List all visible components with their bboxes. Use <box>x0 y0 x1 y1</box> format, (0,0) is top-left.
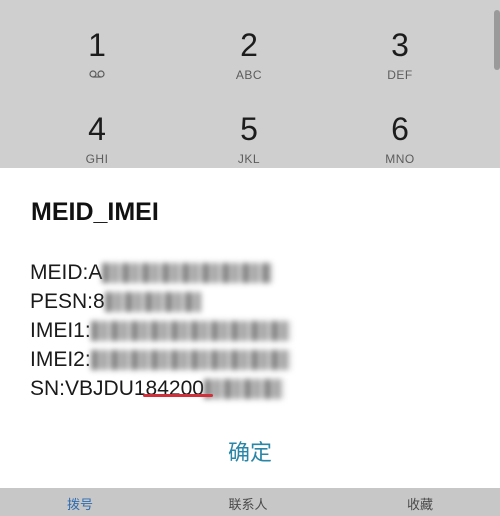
key-digit: 2 <box>240 27 258 63</box>
redacted-pesn <box>104 292 201 313</box>
key-4[interactable]: 4 GHI <box>37 112 157 166</box>
redacted-imei1 <box>90 321 291 342</box>
redacted-imei2 <box>90 350 291 371</box>
sn-highlight-underline <box>143 394 213 397</box>
key-digit: 5 <box>240 111 258 147</box>
tab-dial[interactable]: 拨号 <box>40 494 120 513</box>
meid-value: A <box>88 261 103 284</box>
voicemail-icon <box>89 70 105 78</box>
meid-line: MEID:A <box>30 258 291 287</box>
tab-contacts[interactable]: 联系人 <box>208 494 288 513</box>
redacted-sn <box>203 379 284 400</box>
key-digit: 1 <box>88 27 106 63</box>
bottom-tab-bar: 拨号 联系人 收藏 <box>0 488 500 516</box>
redacted-meid <box>102 263 273 284</box>
device-info-list: MEID:A PESN:8 IMEI1: IMEI2: SN:VBJDU1842… <box>30 258 291 403</box>
key-letters: MNO <box>385 152 415 166</box>
key-2[interactable]: 2 ABC <box>189 28 309 82</box>
sn-line: SN:VBJDU184200 <box>30 374 291 403</box>
key-digit: 6 <box>391 111 409 147</box>
imei2-label: IMEI2: <box>30 348 91 371</box>
key-1[interactable]: 1 <box>37 28 157 78</box>
pesn-line: PESN:8 <box>30 287 291 316</box>
dial-keypad: 1 2 ABC 3 DEF 4 GHI 5 JKL 6 MNO <box>0 0 500 168</box>
key-digit: 3 <box>391 27 409 63</box>
imei1-line: IMEI1: <box>30 316 291 345</box>
key-6[interactable]: 6 MNO <box>340 112 460 166</box>
meid-label: MEID: <box>30 261 89 284</box>
key-5[interactable]: 5 JKL <box>189 112 309 166</box>
ok-button[interactable]: 确定 <box>200 436 300 470</box>
key-letters: JKL <box>237 152 261 166</box>
tab-favorites[interactable]: 收藏 <box>380 494 460 513</box>
key-letters: GHI <box>85 152 109 166</box>
key-3[interactable]: 3 DEF <box>340 28 460 82</box>
key-letters: DEF <box>387 68 413 82</box>
key-letters: ABC <box>235 68 263 82</box>
meid-imei-dialog: MEID_IMEI MEID:A PESN:8 IMEI1: IMEI2: SN… <box>0 168 500 488</box>
sn-label: SN: <box>30 377 66 400</box>
pesn-value: 8 <box>93 290 105 313</box>
scrollbar[interactable] <box>494 10 500 70</box>
key-digit: 4 <box>88 111 106 147</box>
pesn-label: PESN: <box>30 290 94 313</box>
dialog-title: MEID_IMEI <box>31 198 159 226</box>
imei1-label: IMEI1: <box>30 319 91 342</box>
imei2-line: IMEI2: <box>30 345 291 374</box>
